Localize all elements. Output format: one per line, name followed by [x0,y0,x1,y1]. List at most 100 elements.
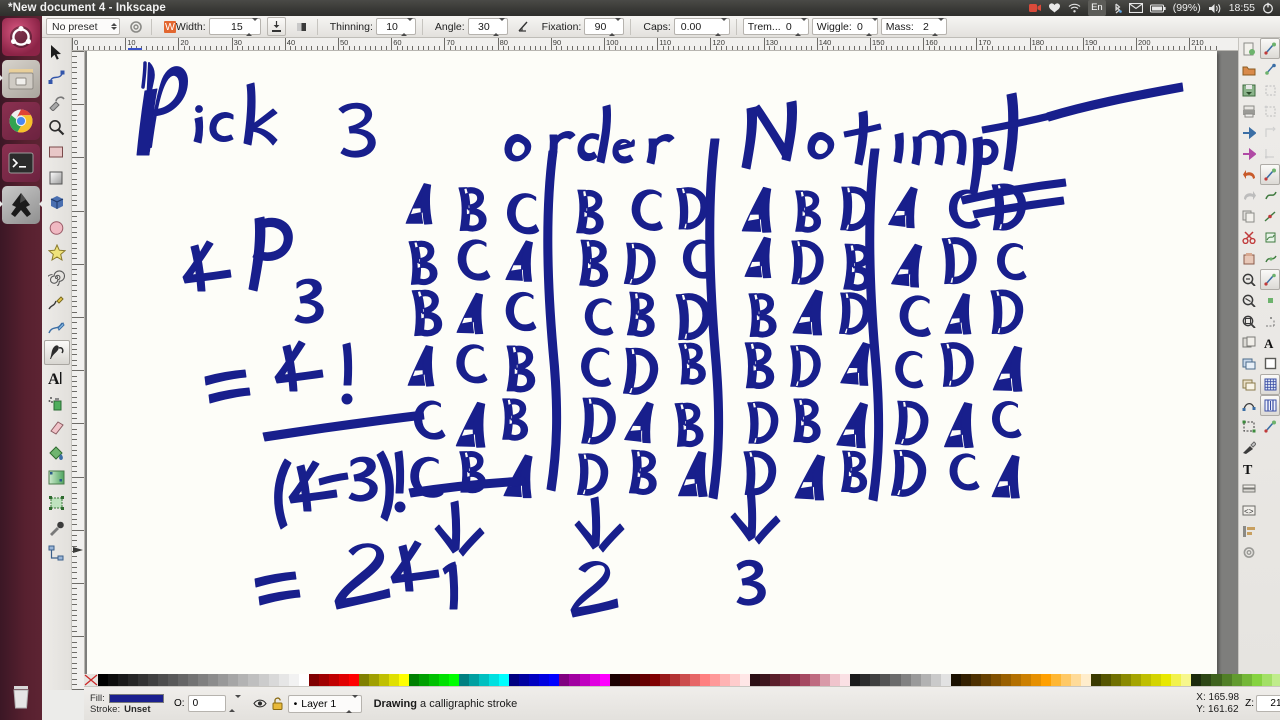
palette-swatch[interactable] [419,674,430,686]
open-document-icon[interactable] [1239,59,1259,80]
eye-icon[interactable] [252,698,267,709]
palette-swatch[interactable] [950,674,961,686]
palette-swatch[interactable] [308,674,319,686]
volume-icon[interactable] [1208,3,1222,14]
palette-swatch[interactable] [449,674,460,686]
undo-icon[interactable] [1239,164,1259,185]
cut-icon[interactable] [1239,227,1259,248]
palette-swatch[interactable] [940,674,951,686]
palette-swatch[interactable] [1101,674,1112,686]
snap-page-border-icon[interactable] [1260,374,1280,395]
palette-swatch[interactable] [198,674,209,686]
fixation-input[interactable]: 90 [584,17,625,36]
dropbox-icon[interactable] [1048,3,1061,13]
palette-swatch[interactable] [1171,674,1182,686]
width-input[interactable]: 15 [208,17,261,36]
caps-input[interactable]: 0.00 [673,17,730,36]
selector-tool[interactable] [44,40,70,65]
opacity-spinner[interactable] [228,695,241,712]
palette-swatch[interactable] [218,674,229,686]
palette-swatch[interactable] [1201,674,1212,686]
palette-swatch[interactable] [469,674,480,686]
palette-swatch[interactable] [348,674,359,686]
clock-label[interactable]: 18:55 [1229,0,1255,16]
palette-swatch[interactable] [158,674,169,686]
selection-transform-tool[interactable] [44,490,70,515]
document-page[interactable] [87,51,1217,690]
unlock-icon[interactable] [272,697,283,710]
text-dialog-icon[interactable]: T [1239,458,1259,479]
color-palette[interactable] [84,674,1280,686]
rectangle-tool[interactable] [44,140,70,165]
palette-swatch[interactable] [318,674,329,686]
mass-input[interactable]: Mass: 2 [880,17,947,36]
palette-swatch[interactable] [1211,674,1222,686]
redo-icon[interactable] [1239,185,1259,206]
ellipse-tool[interactable] [44,215,70,240]
palette-swatch[interactable] [178,674,189,686]
palette-swatch[interactable] [519,674,530,686]
fill-stroke-indicator[interactable]: Fill: Stroke: Unset [84,693,164,715]
palette-none-swatch[interactable] [84,674,98,686]
pencil-tool[interactable] [44,290,70,315]
palette-swatch[interactable] [930,674,941,686]
palette-swatch[interactable] [970,674,981,686]
horizontal-ruler[interactable]: 0 10 20 30 40 50 60 70 80 90 100 110 120 130 140 150 160… [72,38,1238,51]
palette-swatch[interactable] [539,674,550,686]
palette-swatch[interactable] [1111,674,1122,686]
bezier-tool[interactable] [44,315,70,340]
palette-swatch[interactable] [1030,674,1041,686]
palette-swatch[interactable] [1151,674,1162,686]
palette-swatch[interactable] [128,674,139,686]
palette-swatch[interactable] [118,674,129,686]
snap-midpoint-icon[interactable] [1260,269,1280,290]
palette-swatch[interactable] [378,674,389,686]
xml-editor-icon[interactable] [1239,437,1259,458]
snap-grid-icon[interactable] [1260,395,1280,416]
palette-swatch[interactable] [810,674,821,686]
palette-swatch[interactable] [1010,674,1021,686]
angle-spinner[interactable] [492,17,505,36]
fixation-spinner[interactable] [609,17,622,36]
palette-swatch[interactable] [770,674,781,686]
palette-swatch[interactable] [569,674,580,686]
fill-stroke-dialog-icon[interactable] [1239,395,1259,416]
palette-swatch[interactable] [499,674,510,686]
palette-swatch[interactable] [1251,674,1262,686]
files-icon[interactable] [0,60,40,98]
palette-swatch[interactable] [338,674,349,686]
dropper-tool[interactable] [44,515,70,540]
palette-swatch[interactable] [238,674,249,686]
preset-select[interactable]: No preset [46,18,120,35]
align-dialog-icon[interactable]: <> [1239,500,1259,521]
palette-swatch[interactable] [840,674,851,686]
palette-swatch[interactable] [760,674,771,686]
palette-swatch[interactable] [990,674,1001,686]
snap-enable-icon[interactable] [1260,38,1280,59]
palette-swatch[interactable] [800,674,811,686]
palette-swatch[interactable] [1091,674,1102,686]
palette-swatch[interactable] [529,674,540,686]
palette-swatch[interactable] [699,674,710,686]
palette-swatches[interactable] [98,674,1280,686]
palette-swatch[interactable] [248,674,259,686]
tweak-tool[interactable] [44,90,70,115]
palette-swatch[interactable] [780,674,791,686]
palette-swatch[interactable] [1061,674,1072,686]
chrome-icon[interactable] [2,102,40,140]
palette-swatch[interactable] [790,674,801,686]
wifi-icon[interactable] [1068,3,1081,13]
spiral-tool[interactable] [44,265,70,290]
palette-swatch[interactable] [1261,674,1272,686]
palette-swatch[interactable] [719,674,730,686]
palette-swatch[interactable] [850,674,861,686]
wiggle-input[interactable]: Wiggle: 0 [811,17,878,36]
angle-input[interactable]: 30 [467,17,508,36]
palette-swatch[interactable] [729,674,740,686]
palette-swatch[interactable] [1081,674,1092,686]
snap-bbox-edge-icon[interactable] [1260,80,1280,101]
wiggle-spinner[interactable] [865,17,878,36]
palette-swatch[interactable] [1131,674,1142,686]
palette-swatch[interactable] [1191,674,1202,686]
layer-spinner[interactable] [345,694,358,713]
